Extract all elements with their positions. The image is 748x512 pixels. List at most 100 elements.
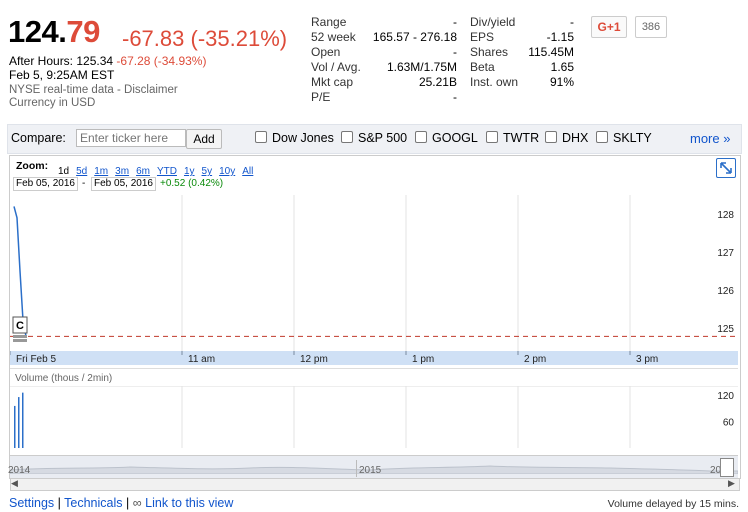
volume-bar bbox=[22, 392, 24, 448]
footer-sep: | bbox=[126, 496, 130, 510]
stat-row: Div/yield - bbox=[470, 15, 574, 30]
stat-row: Open - bbox=[311, 45, 457, 60]
stat-label: 52 week bbox=[311, 30, 356, 44]
checkbox-box[interactable] bbox=[255, 131, 267, 143]
x-tick-label: 12 pm bbox=[300, 354, 328, 365]
checkbox-box[interactable] bbox=[486, 131, 498, 143]
volume-delay-note: Volume delayed by 15 mins. bbox=[607, 498, 739, 510]
zoom-label: Zoom: bbox=[16, 160, 49, 172]
after-hours-change: -67.28 (-34.93%) bbox=[116, 54, 207, 68]
stat-value: - bbox=[570, 15, 574, 29]
zoom-option[interactable]: 5y bbox=[202, 166, 213, 177]
zoom-option[interactable]: All bbox=[242, 166, 253, 177]
after-hours: After Hours: 125.34 -67.28 (-34.93%) bbox=[9, 54, 206, 68]
link-to-view[interactable]: Link to this view bbox=[145, 496, 233, 510]
compare-label: Compare: bbox=[11, 131, 66, 145]
stat-row: Inst. own 91% bbox=[470, 75, 574, 90]
stat-row: Shares 115.45M bbox=[470, 45, 574, 60]
compare-checkbox[interactable]: Dow Jones bbox=[255, 131, 334, 145]
compare-checkbox[interactable]: TWTR bbox=[486, 131, 539, 145]
stat-row: Mkt cap 25.21B bbox=[311, 75, 457, 90]
stat-value: 1.63M/1.75M bbox=[386, 60, 457, 74]
y-tick-label: 125 bbox=[717, 324, 734, 335]
volume-label: Volume (thous / 2min) bbox=[15, 373, 113, 384]
gplus-button[interactable]: G+1 bbox=[591, 16, 627, 38]
price-main: 124.79 bbox=[8, 14, 100, 50]
zoom-option[interactable]: 10y bbox=[219, 166, 235, 177]
stat-value: 25.21B bbox=[418, 75, 457, 89]
scroll-right-icon[interactable]: ▶ bbox=[728, 478, 735, 489]
compare-ticker-label: S&P 500 bbox=[358, 131, 408, 145]
compare-ticker-label: TWTR bbox=[503, 131, 540, 145]
zoom-option[interactable]: 1d bbox=[58, 166, 69, 177]
gplus-count: 386 bbox=[635, 16, 667, 38]
stat-label: Beta bbox=[470, 60, 495, 74]
volume-bar bbox=[14, 405, 16, 448]
zoom-option[interactable]: 1y bbox=[184, 166, 195, 177]
y-tick-label: 128 bbox=[717, 210, 734, 221]
volume-tick-label: 120 bbox=[717, 391, 734, 402]
stat-value: - bbox=[453, 15, 457, 29]
compare-checkbox[interactable]: SKLTY bbox=[596, 131, 652, 145]
stat-label: Inst. own bbox=[470, 75, 519, 89]
volume-tick-label: 60 bbox=[723, 417, 735, 428]
nav-tick-0: 2014 bbox=[8, 465, 31, 476]
stat-value: - bbox=[453, 90, 457, 104]
zoom-option[interactable]: 1m bbox=[94, 166, 108, 177]
chart-scrollbar[interactable] bbox=[10, 478, 740, 491]
stat-row: 52 week 165.57 - 276.18 bbox=[311, 30, 457, 45]
price-chart[interactable]: 128 127 126 125 C Fri Feb 5 11 am 12 pm 1 pm 2 … bbox=[10, 195, 738, 365]
zoom-options: 1d 5d 1m 3m 6m YTD 1y 5y 10y All bbox=[58, 161, 260, 179]
x-tick-label: 11 am bbox=[188, 354, 215, 365]
add-button[interactable]: Add bbox=[186, 129, 222, 149]
y-tick-label: 126 bbox=[717, 286, 734, 297]
stat-row: Vol / Avg. 1.63M/1.75M bbox=[311, 60, 457, 75]
currency-note: Currency in USD bbox=[9, 97, 96, 109]
volume-chart: 120 60 bbox=[14, 386, 735, 448]
zoom-option[interactable]: 3m bbox=[115, 166, 129, 177]
link-icon: ∞ bbox=[132, 496, 142, 510]
technicals-link[interactable]: Technicals bbox=[64, 496, 122, 510]
zoom-option[interactable]: 6m bbox=[136, 166, 150, 177]
compare-ticker-label: SKLTY bbox=[613, 131, 652, 145]
compare-ticker-label: DHX bbox=[562, 131, 589, 145]
zoom-option[interactable]: YTD bbox=[157, 166, 177, 177]
compare-ticker-label: GOOGL bbox=[432, 131, 478, 145]
stat-value: - bbox=[453, 45, 457, 59]
scroll-left-icon[interactable]: ◀ bbox=[11, 478, 18, 489]
more-link[interactable]: more » bbox=[690, 131, 730, 146]
date-from[interactable]: Feb 05, 2016 bbox=[13, 177, 78, 191]
compare-ticker-label: Dow Jones bbox=[272, 131, 334, 145]
stat-label: Mkt cap bbox=[311, 75, 354, 89]
stat-value: -1.15 bbox=[546, 30, 574, 44]
data-disclaimer[interactable]: NYSE real-time data - Disclaimer bbox=[9, 83, 178, 97]
compare-checkbox[interactable]: GOOGL bbox=[415, 131, 478, 145]
compare-checkbox[interactable]: DHX bbox=[545, 131, 588, 145]
checkbox-box[interactable] bbox=[596, 131, 608, 143]
stat-label: P/E bbox=[311, 90, 331, 104]
marker-label: C bbox=[16, 320, 24, 332]
ticker-input[interactable] bbox=[76, 129, 186, 147]
stat-row: P/E - bbox=[311, 90, 457, 105]
checkbox-box[interactable] bbox=[341, 131, 353, 143]
stat-value: 1.65 bbox=[550, 60, 574, 74]
date-to[interactable]: Feb 05, 2016 bbox=[91, 177, 156, 191]
compare-checkbox[interactable]: S&P 500 bbox=[341, 131, 407, 145]
price-cents: 79 bbox=[66, 14, 100, 49]
navigator-handle[interactable] bbox=[720, 458, 734, 477]
checkbox-box[interactable] bbox=[545, 131, 557, 143]
volume-bar bbox=[18, 397, 20, 448]
footer-links: Settings | Technicals | ∞ Link to this v… bbox=[9, 496, 233, 510]
nav-tick-1: 2015 bbox=[359, 465, 382, 476]
x-tick-label: 2 pm bbox=[524, 354, 546, 365]
expand-icon[interactable] bbox=[716, 158, 736, 178]
x-tick-label: Fri Feb 5 bbox=[16, 354, 56, 365]
settings-link[interactable]: Settings bbox=[9, 496, 54, 510]
zoom-option[interactable]: 5d bbox=[76, 166, 87, 177]
volume-divider bbox=[10, 368, 738, 369]
stat-label: Shares bbox=[470, 45, 509, 59]
range-change: +0.52 (0.42%) bbox=[160, 178, 224, 189]
checkbox-box[interactable] bbox=[415, 131, 427, 143]
marker-c[interactable]: C bbox=[12, 316, 28, 342]
stat-value: 115.45M bbox=[528, 45, 574, 59]
